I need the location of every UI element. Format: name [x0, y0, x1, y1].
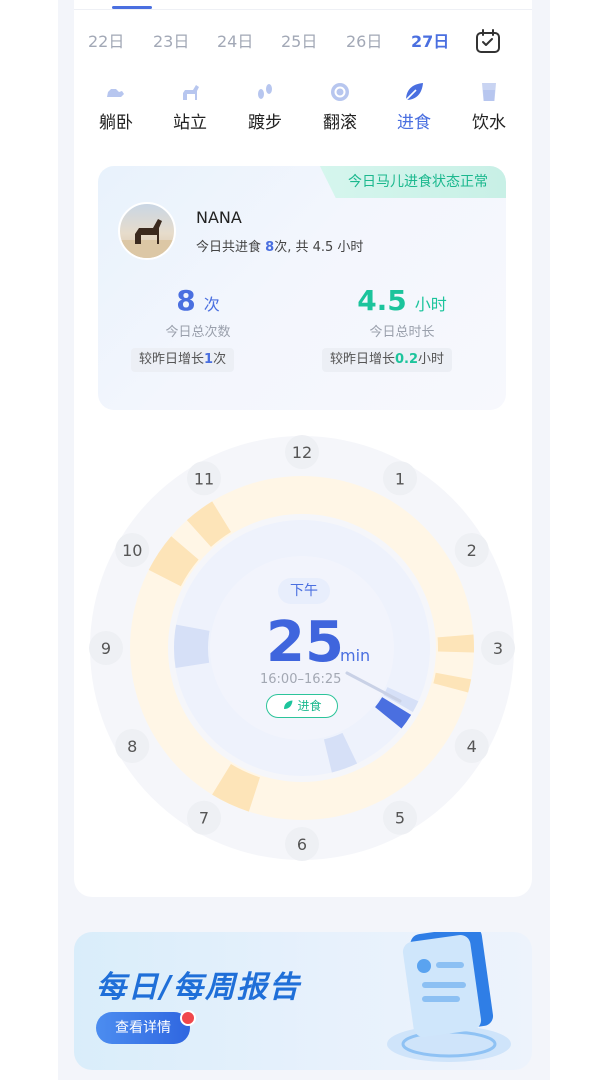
hour-label: 4 [467, 737, 477, 756]
activity-badge: 进食 [266, 694, 338, 718]
hour-label: 6 [297, 835, 307, 854]
hour-label: 7 [199, 809, 209, 828]
tab-label: 翻滚 [323, 113, 357, 133]
hour-label: 8 [127, 737, 137, 756]
selected-duration-unit: min [340, 646, 371, 665]
activity-clock: 12 1 2 3 4 5 6 7 8 9 10 11 下午 25 min 16:00–16:25 进食 [82, 428, 522, 868]
report-title: 每日/每周报告 [96, 970, 301, 1005]
tab-lying[interactable]: 躺卧 [91, 80, 141, 133]
duration-unit: 小时 [414, 295, 447, 314]
hour-label: 9 [101, 639, 111, 658]
hour-label: 11 [194, 469, 214, 488]
tab-pacing[interactable]: 踱步 [240, 80, 290, 133]
duration-delta-badge: 较昨日增长0.2小时 [322, 348, 453, 372]
lying-horse-icon [107, 89, 124, 97]
duration-caption: 今日总时长 [369, 325, 435, 340]
count-delta-badge: 较昨日增长1次 [131, 348, 235, 372]
top-tab-indicator [112, 6, 152, 9]
duration-value: 4.5 [357, 284, 407, 317]
period-badge: 下午 [278, 578, 330, 604]
count-value: 8 [176, 284, 196, 317]
leaf-icon [405, 83, 423, 101]
roll-icon [331, 83, 349, 101]
tab-drinking[interactable]: 饮水 [464, 80, 514, 133]
tab-label: 饮水 [472, 113, 506, 133]
hour-label: 1 [395, 469, 405, 488]
report-banner[interactable]: 每日/每周报告 查看详情 [74, 932, 532, 1070]
tab-eating[interactable]: 进食 [389, 80, 439, 133]
horse-name: NANA [196, 208, 242, 227]
date-item-selected[interactable]: 27日 [411, 28, 449, 52]
selected-time-range: 16:00–16:25 [260, 672, 342, 687]
tab-label: 进食 [397, 113, 431, 133]
eating-summary: 今日共进食 8次, 共 4.5 小时 [196, 240, 364, 255]
tab-rolling[interactable]: 翻滚 [315, 80, 365, 133]
hour-label: 3 [493, 639, 503, 658]
eating-segment[interactable] [437, 634, 474, 653]
tab-label: 站立 [173, 113, 207, 133]
footsteps-icon [258, 84, 272, 99]
date-selector: 22日 23日 24日 25日 26日 27日 [74, 28, 532, 58]
calendar-button[interactable] [474, 28, 502, 56]
selected-duration: 25 [266, 610, 344, 675]
hour-label: 5 [395, 809, 405, 828]
duration-stat: 4.5 小时 今日总时长 [312, 284, 492, 340]
hour-label: 12 [292, 443, 312, 462]
count-unit: 次 [203, 295, 220, 314]
status-banner: 今日马儿进食状态正常 [319, 166, 506, 198]
tab-label: 踱步 [248, 113, 282, 133]
hour-label: 2 [467, 541, 477, 560]
standing-horse-icon [183, 85, 199, 100]
count-stat: 8次 今日总次数 [108, 284, 288, 340]
count-caption: 今日总次数 [165, 325, 231, 340]
notification-dot [180, 1010, 196, 1026]
report-document-icon [387, 932, 511, 1062]
date-item[interactable]: 26日 [346, 28, 382, 52]
view-details-button[interactable]: 查看详情 [96, 1012, 190, 1044]
water-cup-icon [482, 83, 496, 101]
horse-info-card: 今日马儿进食状态正常 NANA 今日共进食 8次, 共 4.5 小时 8次 今日… [98, 166, 506, 410]
date-item[interactable]: 23日 [153, 28, 189, 52]
tab-label: 躺卧 [99, 113, 133, 133]
hour-label: 10 [122, 541, 142, 560]
date-item[interactable]: 24日 [217, 28, 253, 52]
date-item[interactable]: 25日 [281, 28, 317, 52]
leaf-icon [284, 700, 293, 709]
tab-standing[interactable]: 站立 [165, 80, 215, 133]
eating-segment-inner[interactable] [174, 624, 210, 669]
top-divider [74, 9, 532, 10]
horse-avatar [118, 202, 176, 260]
calendar-icon [476, 29, 500, 53]
date-item[interactable]: 22日 [88, 28, 124, 52]
activity-tabs: 躺卧 站立 踱步 翻滚 进食 饮水 [74, 80, 532, 140]
